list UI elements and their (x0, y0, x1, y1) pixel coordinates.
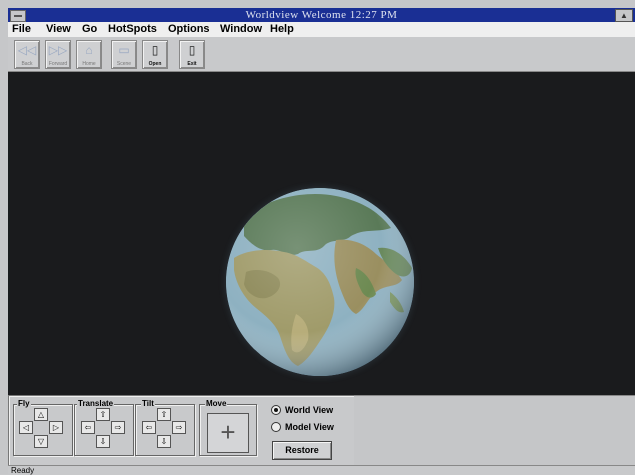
menu-bar: File View Go HotSpots Options Window Hel… (8, 22, 635, 38)
home-label: Home (82, 61, 96, 67)
scene-button[interactable]: ▭ Scene (111, 40, 137, 69)
tilt-right-arrow-icon[interactable]: ⇨ (172, 421, 186, 434)
exit-icon: ▯ (188, 43, 196, 57)
fly-label: Fly (17, 399, 31, 408)
menu-window[interactable]: Window (220, 23, 262, 35)
move-label: Move (205, 399, 228, 408)
fly-down-arrow-icon[interactable]: ▽ (34, 435, 48, 448)
open-icon: ▯ (151, 43, 159, 57)
forward-arrows-icon: ▷▷ (48, 43, 68, 57)
move-crosshair-icon[interactable]: + (207, 413, 249, 453)
tilt-left-arrow-icon[interactable]: ⇦ (142, 421, 156, 434)
info-panel (354, 395, 635, 467)
tilt-down-arrow-icon[interactable]: ⇩ (157, 435, 171, 448)
forward-button[interactable]: ▷▷ Forward (45, 40, 71, 69)
restore-button[interactable]: Restore (272, 441, 332, 460)
world-view-label: World View (285, 405, 334, 415)
fly-right-arrow-icon[interactable]: ▷ (49, 421, 63, 434)
fly-left-arrow-icon[interactable]: ◁ (19, 421, 33, 434)
scene-label: Scene (116, 61, 132, 67)
model-view-radio[interactable]: Model View (271, 422, 334, 432)
3d-viewport[interactable] (8, 72, 635, 395)
exit-button[interactable]: ▯ Exit (179, 40, 205, 69)
back-arrows-icon: ◁◁ (17, 43, 37, 57)
open-button[interactable]: ▯ Open (142, 40, 168, 69)
translate-label: Translate (77, 399, 115, 408)
scene-icon: ▭ (118, 43, 130, 57)
home-button[interactable]: ⌂ Home (76, 40, 102, 69)
app-window: Worldview Welcome 12:27 PM ▲ File View G… (0, 0, 635, 475)
world-view-radio[interactable]: World View (271, 405, 333, 415)
window-title: Worldview Welcome 12:27 PM (245, 9, 398, 21)
translate-down-arrow-icon[interactable]: ⇩ (96, 435, 110, 448)
toolbar: ◁◁ Back ▷▷ Forward ⌂ Home ▭ Scene ▯ Open… (8, 37, 635, 72)
exit-label: Exit (187, 61, 197, 67)
back-label: Back (21, 61, 33, 67)
translate-right-arrow-icon[interactable]: ⇨ (111, 421, 125, 434)
translate-pad: ⇧ ⇦ ⇨ ⇩ (81, 408, 125, 452)
menu-view[interactable]: View (46, 23, 71, 35)
menu-options[interactable]: Options (168, 23, 210, 35)
earth-globe[interactable] (226, 188, 414, 376)
translate-left-arrow-icon[interactable]: ⇦ (81, 421, 95, 434)
back-button[interactable]: ◁◁ Back (14, 40, 40, 69)
forward-label: Forward (48, 61, 68, 67)
model-view-radio-dot (271, 422, 281, 432)
translate-up-arrow-icon[interactable]: ⇧ (96, 408, 110, 421)
open-label: Open (148, 61, 162, 67)
menu-go[interactable]: Go (82, 23, 97, 35)
fly-pad: △ ◁ ▷ ▽ (19, 408, 63, 452)
navigation-controls: Fly △ ◁ ▷ ▽ Translate ⇧ ⇦ ⇨ ⇩ Tilt ⇧ ⇦ ⇨… (8, 395, 356, 467)
tilt-up-arrow-icon[interactable]: ⇧ (157, 408, 171, 421)
home-icon: ⌂ (85, 43, 93, 57)
menu-hotspots[interactable]: HotSpots (108, 23, 157, 35)
title-bar[interactable]: Worldview Welcome 12:27 PM ▲ (8, 8, 635, 22)
world-view-radio-dot (271, 405, 281, 415)
menu-file[interactable]: File (12, 23, 31, 35)
fly-up-arrow-icon[interactable]: △ (34, 408, 48, 421)
menu-help[interactable]: Help (270, 23, 294, 35)
tilt-pad: ⇧ ⇦ ⇨ ⇩ (142, 408, 186, 452)
tilt-label: Tilt (141, 399, 155, 408)
maximize-icon[interactable]: ▲ (615, 9, 633, 22)
model-view-label: Model View (285, 422, 334, 432)
